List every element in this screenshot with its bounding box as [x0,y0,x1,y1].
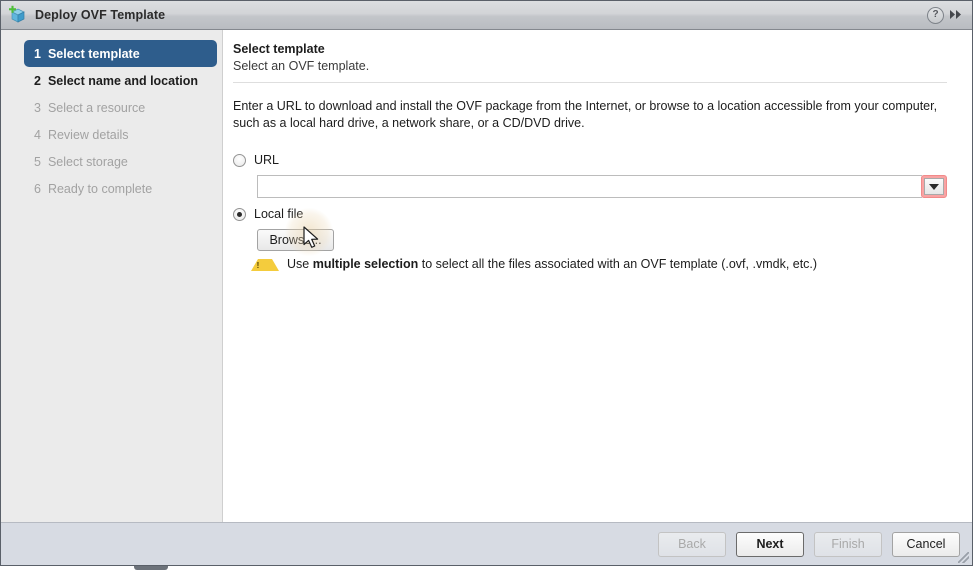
sidebar-step-review-details[interactable]: 4 Review details [24,121,218,148]
step-label: Select a resource [47,100,146,115]
dialog-footer: Back Next Finish Cancel [1,522,972,565]
page-title: Select template [233,42,325,56]
url-dropdown-button[interactable] [924,178,944,195]
page-bottom-edge [0,566,973,573]
sidebar-step-select-template[interactable]: 1 Select template [24,40,217,67]
ovf-template-icon [8,5,28,25]
url-radio-row[interactable]: URL [233,151,947,169]
dialog-body: 1 Select template 2 Select name and loca… [1,30,972,522]
warning-text-emphasis: multiple selection [312,257,419,271]
main-content-panel: Select template Select an OVF template. … [223,30,972,522]
url-dropdown-highlight [921,175,947,198]
step-label: Select storage [47,154,128,169]
step-label: Select name and location [47,73,198,88]
step-number: 3 [34,100,41,115]
url-input[interactable] [257,175,922,198]
collapse-panel-icon[interactable] [949,9,966,22]
sidebar-step-ready-to-complete[interactable]: 6 Ready to complete [24,175,218,202]
deploy-ovf-template-dialog: Deploy OVF Template ? 1 Select template … [0,0,973,566]
step-label: Select template [47,46,140,61]
finish-button[interactable]: Finish [814,531,882,557]
step-number: 5 [34,154,41,169]
url-radio-button[interactable] [233,153,246,167]
description-text: Enter a URL to download and install the … [233,99,938,130]
step-number: 6 [34,181,41,196]
title-bar-buttons: ? [927,6,966,24]
url-radio-label: URL [254,153,280,167]
browse-button[interactable]: Browse... [257,229,334,251]
page-edge-tab [134,566,168,570]
cancel-button[interactable]: Cancel [892,531,960,557]
step-number: 1 [34,46,41,61]
back-button[interactable]: Back [658,531,726,557]
browse-button-wrap: Browse... [257,229,947,251]
page-subtitle: Select an OVF template. [233,59,370,73]
warning-text: Use multiple selection to select all the… [287,257,817,272]
warning-triangle-icon [251,259,279,271]
sidebar-step-select-storage[interactable]: 5 Select storage [24,148,218,175]
chevron-down-icon [929,183,939,190]
step-number: 2 [34,73,41,88]
step-number: 4 [34,127,41,142]
url-input-row [257,175,947,198]
next-button[interactable]: Next [736,531,804,557]
warning-text-before: Use [287,257,313,271]
local-file-radio-row[interactable]: Local file [233,205,947,223]
multiple-selection-warning: Use multiple selection to select all the… [251,257,947,272]
local-file-radio-button[interactable] [233,207,246,221]
sidebar-step-select-name-and-location[interactable]: 2 Select name and location [24,67,218,94]
title-divider [233,82,947,83]
sidebar-step-select-a-resource[interactable]: 3 Select a resource [24,94,218,121]
help-icon[interactable]: ? [927,6,944,24]
window-title: Deploy OVF Template [35,8,166,22]
step-label: Ready to complete [47,181,153,196]
step-label: Review details [47,127,129,142]
title-bar: Deploy OVF Template ? [1,1,972,30]
resize-grip[interactable] [958,552,969,563]
local-file-radio-label: Local file [254,207,304,221]
wizard-steps-sidebar: 1 Select template 2 Select name and loca… [1,30,223,522]
warning-text-after: to select all the files associated with … [418,257,818,271]
